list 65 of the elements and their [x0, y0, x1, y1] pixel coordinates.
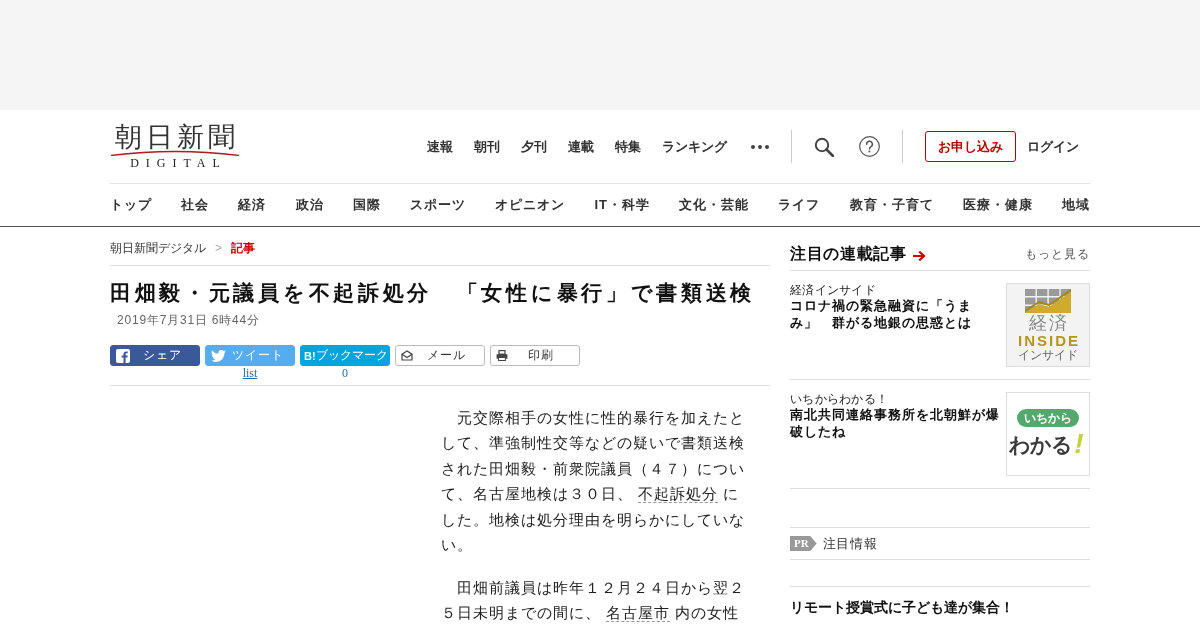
thumbnail-word: わかる: [1009, 432, 1073, 458]
breadcrumb-separator: >: [215, 240, 222, 256]
category-link[interactable]: IT・科学: [594, 196, 650, 214]
nav-link[interactable]: 朝刊: [474, 137, 500, 156]
nav-link[interactable]: 夕刊: [521, 137, 547, 156]
category-link[interactable]: 文化・芸能: [679, 196, 750, 214]
category-link[interactable]: オピニオン: [495, 196, 566, 214]
article-paragraph: 元交際相手の女性に性的暴行を加えたとして、準強制性交等などの疑いで書類送検された田畑毅・前衆院議員（４７）について、名古屋地検は３０日、 不起訴処分 にした。地検は処分理由を明らかにしていない。: [441, 408, 746, 556]
term-link[interactable]: 不起訴処分: [638, 485, 719, 504]
series-label[interactable]: いちからわかる！: [790, 392, 1002, 406]
promo-headline-link[interactable]: リモート授賞式に子ども達が集合！: [790, 587, 1090, 616]
category-link[interactable]: 地域: [1062, 196, 1090, 214]
help-icon[interactable]: [859, 136, 880, 157]
share-button[interactable]: シェア: [110, 345, 200, 366]
mail-button[interactable]: メール: [395, 345, 485, 366]
article-paragraph: 田畑前議員は昨年１２月２４日から翌２５日未明までの間に、 名古屋市 内の女性: [441, 578, 746, 625]
thumbnail-badge: いちから: [1017, 409, 1079, 427]
category-link[interactable]: 医療・健康: [962, 196, 1033, 214]
subscribe-button[interactable]: お申し込み: [925, 131, 1016, 162]
breadcrumb-link[interactable]: 記事: [231, 240, 255, 256]
series-label[interactable]: 経済インサイド: [790, 283, 1002, 297]
article-thumbnail[interactable]: いちから わかる!: [1006, 392, 1090, 476]
swoosh-icon: [110, 150, 240, 156]
breadcrumb-link[interactable]: 朝日新聞デジタル: [110, 240, 206, 256]
share-count-link[interactable]: 0: [342, 366, 348, 380]
headline-link[interactable]: コロナ禍の緊急融資に「うまみ」 群がる地銀の思惑とは: [790, 297, 1002, 331]
thumbnail-word: INSIDE: [1018, 332, 1080, 349]
category-link[interactable]: スポーツ: [410, 196, 466, 214]
category-link[interactable]: 政治: [295, 196, 324, 214]
arrow-icon: [911, 249, 926, 262]
mail-icon: [401, 350, 413, 361]
logo-subtitle[interactable]: DIGITAL: [130, 157, 227, 170]
facebook-icon: [116, 348, 130, 363]
category-link[interactable]: ライフ: [778, 196, 821, 214]
printer-icon: [496, 350, 508, 361]
share-count-link[interactable]: list: [242, 366, 258, 380]
category-link[interactable]: 経済: [238, 196, 267, 214]
headline-link[interactable]: 南北共同連絡事務所を北朝鮮が爆破したね: [790, 406, 1002, 440]
nav-link[interactable]: 特集: [615, 137, 641, 156]
thumbnail-title: 経済: [1029, 313, 1069, 333]
article-title: 田畑毅・元議員を不起訴処分 「女性に暴行」で書類送検: [110, 280, 757, 306]
article-thumbnail[interactable]: 経済 INSIDE インサイド: [1006, 283, 1090, 367]
category-link[interactable]: 教育・子育て: [849, 196, 934, 214]
thumbnail-ruby: インサイド: [1018, 348, 1078, 362]
rising-chart-icon: [1025, 288, 1071, 313]
section-label: 注目情報: [822, 534, 878, 553]
nav-link[interactable]: 連載: [568, 137, 594, 156]
logo-wordmark[interactable]: 朝日新聞: [115, 123, 239, 151]
section-heading: 注目の連載記事: [790, 244, 907, 264]
nav-link[interactable]: 速報: [427, 137, 453, 156]
category-link[interactable]: 社会: [181, 196, 210, 214]
exclamation-mark: !: [1074, 429, 1085, 459]
term-link[interactable]: 名古屋市: [606, 604, 671, 623]
search-icon[interactable]: [814, 136, 834, 157]
nav-link[interactable]: ランキング: [662, 137, 727, 156]
login-link[interactable]: ログイン: [1027, 137, 1079, 156]
category-link[interactable]: トップ: [110, 196, 152, 214]
more-link[interactable]: もっと見る: [1025, 245, 1090, 263]
print-button[interactable]: 印刷: [490, 345, 580, 366]
pr-badge: PR: [790, 536, 817, 551]
bird-icon: [211, 349, 226, 362]
bookmark-icon: B!: [304, 349, 316, 362]
more-icon[interactable]: [751, 144, 769, 149]
category-link[interactable]: 国際: [352, 196, 381, 214]
article-date: 2019年7月31日 6時44分: [116, 312, 261, 328]
